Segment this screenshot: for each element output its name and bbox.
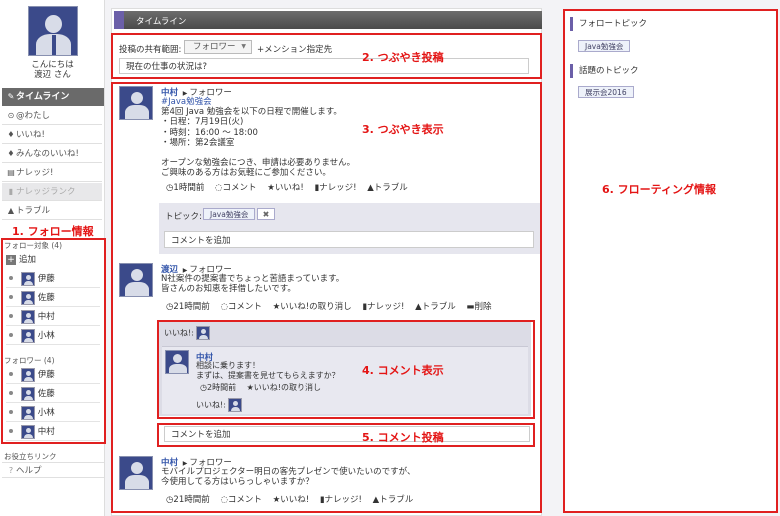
help-link[interactable]: ? ヘルプ [2,462,104,478]
question-icon: ? [8,466,14,475]
nav-everyone-likes[interactable]: ♦みんなのいいね! [2,145,102,163]
annotation-box-post-display [111,82,542,513]
nav-trouble[interactable]: ▲ トラブル [2,202,102,220]
nav-knowledge-rank-label: ナレッジランク [16,187,76,197]
header-accent [114,11,124,29]
annotation-box-post-compose [111,33,542,79]
annotation-follow-info: 1. フォロー情報 [12,225,94,238]
nav-timeline[interactable]: ✎ タイムライン [2,88,104,106]
nav-everyone-likes-label: みんなのいいね! [16,149,79,159]
nav-likes[interactable]: ♦いいね! [2,126,102,144]
user-avatar[interactable] [28,6,78,56]
rank-icon: ▮ [8,187,14,196]
book-icon: ▤ [7,168,15,177]
nav-mentions[interactable]: ⊙ @わたし [2,107,102,125]
at-icon: ⊙ [7,111,15,120]
user-name: 渡辺 さん [34,70,71,80]
annotation-box-floating-info [563,9,778,513]
nav-likes-label: いいね! [16,130,45,140]
annotation-post-compose: 2. つぶやき投稿 [362,51,444,64]
timeline-header: タイムライン [114,11,542,29]
help-label: ヘルプ [16,466,42,476]
warning-icon: ▲ [7,206,15,215]
thumbs-up-icon: ♦ [7,149,15,158]
nav-mentions-label: @わたし [16,111,51,121]
nav-knowledge-rank[interactable]: ▮ ナレッジランク [2,183,102,201]
annotation-box-follow-info [1,238,106,444]
nav-knowledge-label: ナレッジ! [16,168,54,178]
links-header: お役立ちリンク [4,452,57,461]
nav-trouble-label: トラブル [16,206,51,216]
timeline-icon: ✎ [7,92,15,101]
thumbs-up-icon: ♦ [7,130,15,139]
nav-knowledge[interactable]: ▤ナレッジ! [2,164,102,182]
timeline-title: タイムライン [136,17,187,27]
nav-timeline-label: タイムライン [16,92,70,102]
annotation-floating-info: 6. フローティング情報 [602,183,717,196]
